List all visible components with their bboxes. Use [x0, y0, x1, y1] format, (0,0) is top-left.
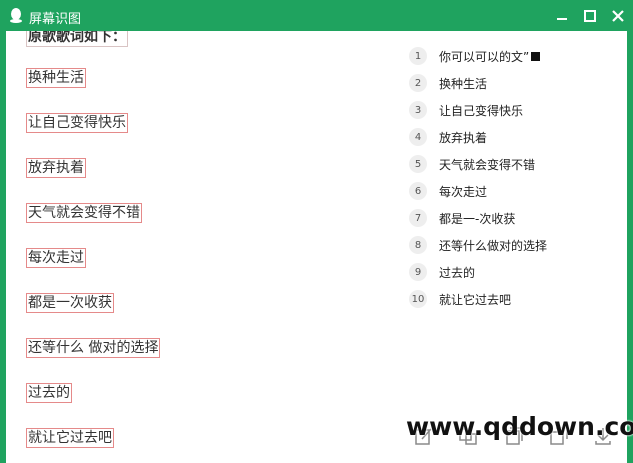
- line-number: 8: [409, 236, 427, 254]
- watermark-text: www.qddown.com: [406, 412, 633, 441]
- result-row[interactable]: 9 过去的: [409, 262, 475, 282]
- result-text[interactable]: 你可以可以的文”: [439, 48, 529, 65]
- result-row[interactable]: 3 让自己变得快乐: [409, 100, 523, 120]
- image-text-line: 换种生活: [26, 68, 86, 88]
- line-number: 1: [409, 47, 427, 65]
- window-title: 屏幕识图: [29, 12, 82, 27]
- result-row[interactable]: 6 每次走过: [409, 181, 487, 201]
- result-text[interactable]: 天气就会变得不错: [439, 156, 535, 173]
- captured-image-pane: 原歌歌词如下： 换种生活 让自己变得快乐 放弃执着 天气就会变得不错 每次走过 …: [6, 31, 392, 463]
- image-text-line: 就让它过去吧: [26, 428, 114, 448]
- result-row[interactable]: 10 就让它过去吧: [409, 289, 511, 309]
- ocr-result-list: 1 你可以可以的文” 2 换种生活 3 让自己变得快乐 4 放弃执着 5 天气就…: [392, 31, 627, 463]
- line-number: 10: [409, 290, 427, 308]
- result-row[interactable]: 8 还等什么做对的选择: [409, 235, 547, 255]
- title-bar: 屏幕识图: [0, 0, 633, 31]
- window-border-right: [627, 31, 633, 463]
- image-text-line: 过去的: [26, 383, 72, 403]
- result-text[interactable]: 换种生活: [439, 75, 487, 92]
- image-text-line: 天气就会变得不错: [26, 203, 142, 223]
- image-text-line: 每次走过: [26, 248, 86, 268]
- line-number: 3: [409, 101, 427, 119]
- line-number: 6: [409, 182, 427, 200]
- qq-icon: [10, 8, 22, 23]
- line-number: 7: [409, 209, 427, 227]
- result-row[interactable]: 5 天气就会变得不错: [409, 154, 535, 174]
- result-text[interactable]: 都是一-次收获: [439, 210, 515, 227]
- result-text[interactable]: 还等什么做对的选择: [439, 237, 547, 254]
- minimize-icon[interactable]: [553, 7, 571, 25]
- result-row[interactable]: 1 你可以可以的文”: [409, 46, 541, 66]
- text-cursor-icon: [531, 51, 541, 61]
- result-row[interactable]: 7 都是一-次收获: [409, 208, 515, 228]
- result-text[interactable]: 让自己变得快乐: [439, 102, 523, 119]
- maximize-icon[interactable]: [581, 7, 599, 25]
- result-row[interactable]: 2 换种生活: [409, 73, 487, 93]
- result-text[interactable]: 就让它过去吧: [439, 291, 511, 308]
- result-text[interactable]: 过去的: [439, 264, 475, 281]
- result-text[interactable]: 放弃执着: [439, 129, 487, 146]
- result-text[interactable]: 每次走过: [439, 183, 487, 200]
- result-row[interactable]: 4 放弃执着: [409, 127, 487, 147]
- line-number: 5: [409, 155, 427, 173]
- image-text-line: 还等什么 做对的选择: [26, 338, 161, 358]
- line-number: 2: [409, 74, 427, 92]
- image-text-line: 放弃执着: [26, 158, 86, 178]
- line-number: 9: [409, 263, 427, 281]
- line-number: 4: [409, 128, 427, 146]
- image-text-line: 原歌歌词如下：: [26, 31, 128, 47]
- image-text-line: 都是一次收获: [26, 293, 114, 313]
- close-icon[interactable]: [609, 7, 627, 25]
- image-text-line: 让自己变得快乐: [26, 113, 128, 133]
